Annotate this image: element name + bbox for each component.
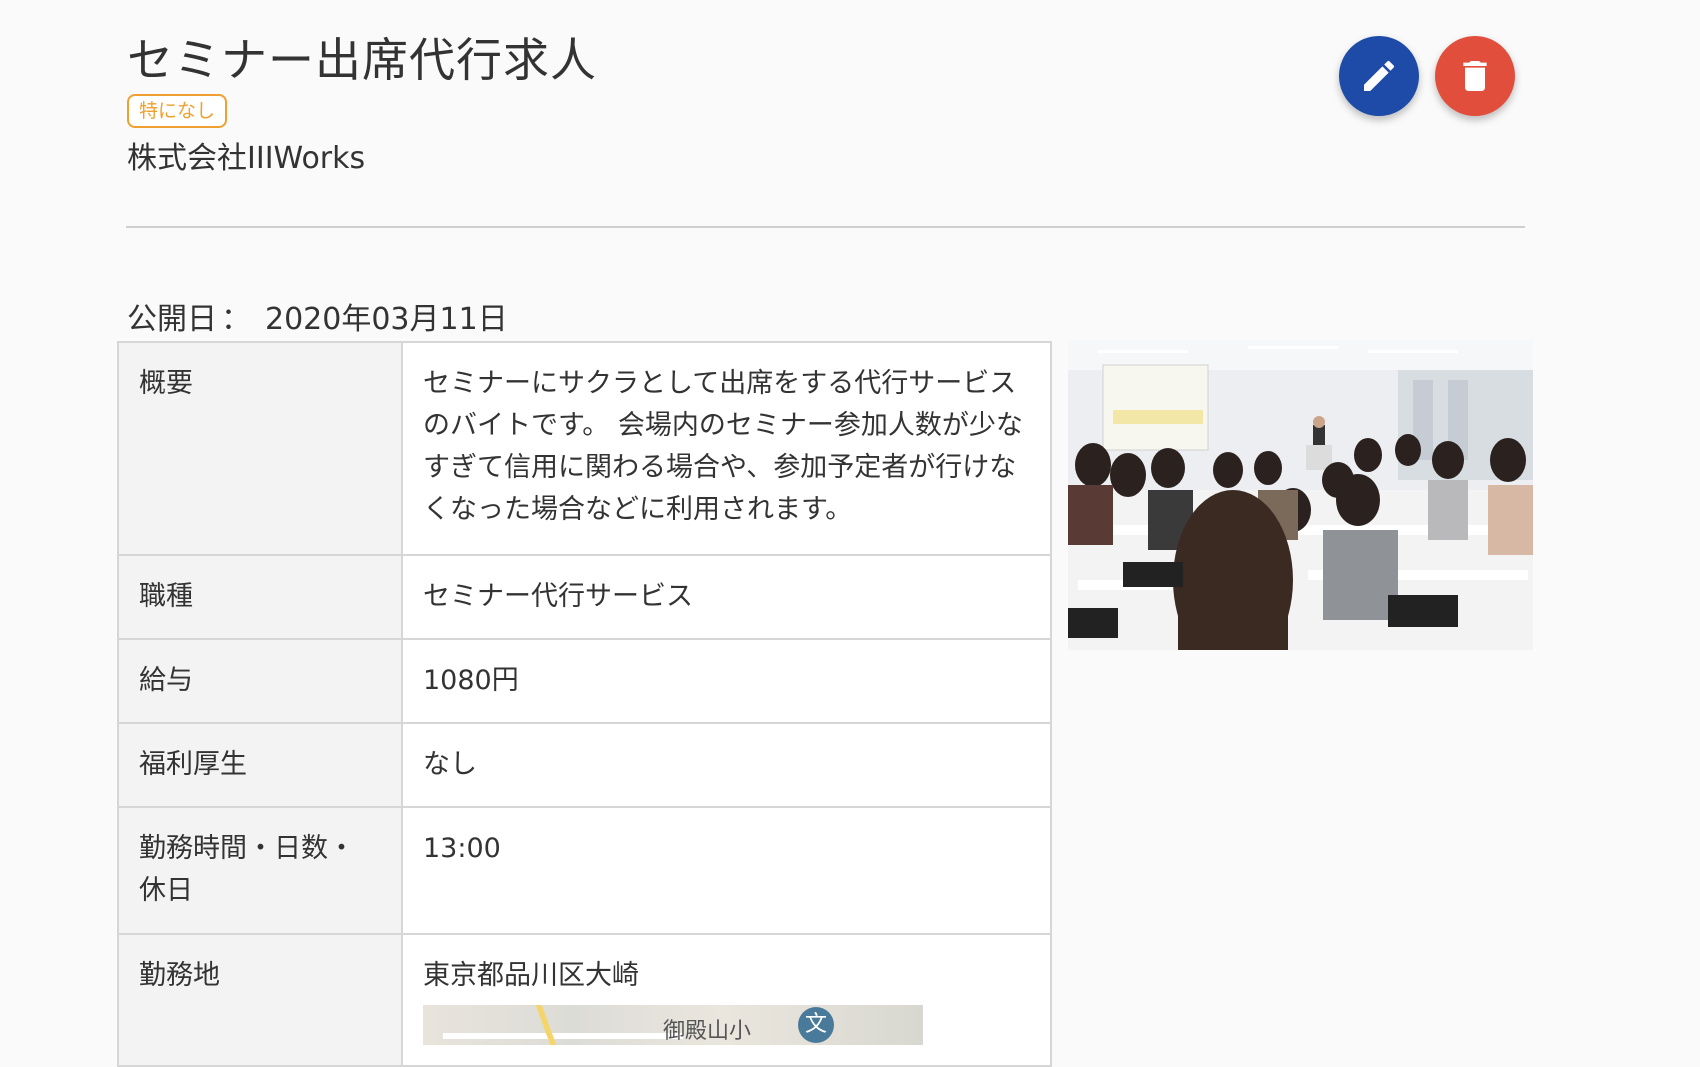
delete-button[interactable] — [1435, 36, 1515, 116]
welfare-value: なし — [401, 722, 1052, 808]
salary-value: 1080円 — [401, 638, 1052, 724]
table-row: 福利厚生 なし — [117, 722, 1052, 808]
table-row: 勤務時間・日数・休日 13:00 — [117, 806, 1052, 935]
job-type-value: セミナー代行サービス — [401, 554, 1052, 640]
salary-label: 給与 — [117, 638, 403, 724]
location-value: 東京都品川区大崎 — [423, 960, 639, 991]
trash-icon — [1463, 61, 1487, 91]
published-label: 公開日 — [127, 302, 217, 337]
pencil-icon — [1364, 60, 1395, 91]
summary-value: セミナーにサクラとして出席をする代行サービスのバイトです。 会場内のセミナー参加… — [401, 341, 1052, 556]
table-row: 勤務地 東京都品川区大崎 御殿山小 文 — [117, 933, 1052, 1067]
published-value: 2020年03月11日 — [265, 302, 508, 337]
location-cell: 東京都品川区大崎 御殿山小 文 — [401, 933, 1052, 1067]
hours-value: 13:00 — [401, 806, 1052, 935]
published-date: 公開日： 2020年03月11日 — [127, 294, 508, 338]
school-icon: 文 — [798, 1007, 834, 1043]
seminar-room-image — [1068, 340, 1533, 650]
job-type-label: 職種 — [117, 554, 403, 640]
edit-button[interactable] — [1339, 36, 1419, 116]
map-place-label: 御殿山小 — [663, 1019, 752, 1044]
location-label: 勤務地 — [117, 933, 403, 1067]
published-colon: ： — [221, 302, 251, 337]
location-map[interactable]: 御殿山小 文 — [423, 1005, 923, 1045]
table-row: 概要 セミナーにサクラとして出席をする代行サービスのバイトです。 会場内のセミナ… — [117, 341, 1052, 556]
table-row: 給与 1080円 — [117, 638, 1052, 724]
job-details-table: 概要 セミナーにサクラとして出席をする代行サービスのバイトです。 会場内のセミナ… — [117, 341, 1052, 1067]
company-name: 株式会社IIIWorks — [127, 141, 366, 176]
summary-label: 概要 — [117, 341, 403, 556]
status-badge: 特になし — [127, 94, 228, 128]
map-road — [443, 1033, 683, 1039]
map-road — [535, 1005, 557, 1045]
table-row: 職種 セミナー代行サービス — [117, 554, 1052, 640]
welfare-label: 福利厚生 — [117, 722, 403, 808]
seminar-photo — [1068, 340, 1533, 650]
page-title: セミナー出席代行求人 — [127, 33, 597, 87]
hours-label: 勤務時間・日数・休日 — [117, 806, 403, 935]
header-divider — [126, 226, 1525, 228]
